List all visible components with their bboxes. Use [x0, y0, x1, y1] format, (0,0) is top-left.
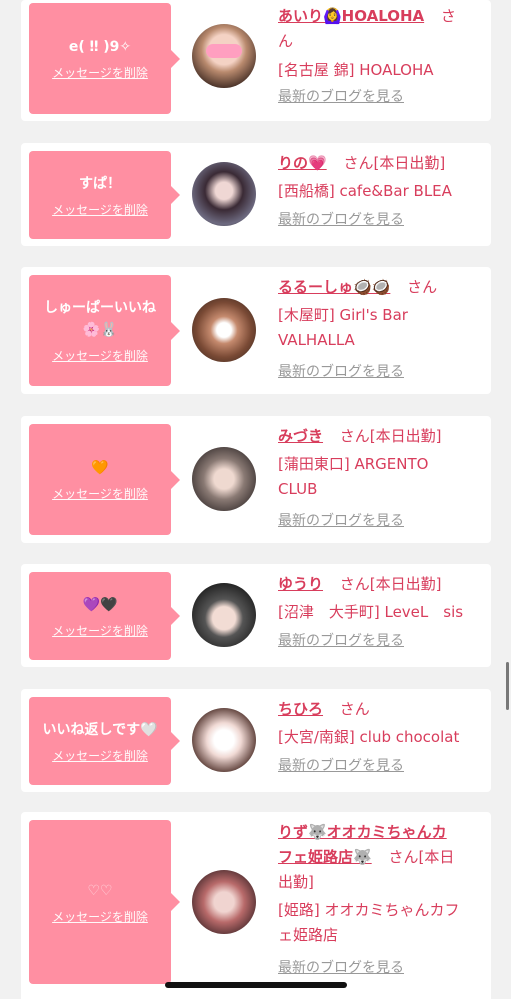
face-blur-icon	[206, 44, 242, 58]
user-info: るるーしゅ🥥🥥 さん [木屋町] Girl's Bar VALHALLA 最新の…	[278, 275, 483, 382]
user-info: ゆうり さん[本日出勤] [沼津 大手町] LeveL sis 最新のブログを見…	[278, 572, 483, 651]
user-info: ちひろ さん [大宮/南銀] club chocolat 最新のブログを見る	[278, 697, 483, 776]
shop-name: [沼津 大手町] LeveL sis	[278, 603, 464, 621]
avatar[interactable]	[192, 870, 256, 934]
message-card: いいね返しです🤍 メッセージを削除 ちひろ さん [大宮/南銀] club ch…	[21, 689, 491, 792]
shop-name: ェ姫路店	[278, 926, 339, 944]
message-card: 🧡 メッセージを削除 みづき さん[本日出勤] [蒲田東口] ARGENTO C…	[21, 416, 491, 543]
message-bubble: すぱ！ メッセージを削除	[29, 151, 180, 239]
user-name-link[interactable]: あいり🙆‍♀️HOALOHA	[278, 7, 424, 25]
avatar[interactable]	[192, 298, 256, 362]
shop-name: [大宮/南銀] club chocolat	[278, 728, 460, 746]
honorific: さ	[440, 7, 456, 25]
today-status: 出勤]	[278, 873, 314, 891]
honorific: さん[本日出勤]	[343, 154, 446, 172]
shop-line: ん	[278, 32, 294, 50]
shop-name: [西船橋] cafe&Bar BLEA	[278, 182, 452, 200]
message-bubble: 🧡 メッセージを削除	[29, 424, 180, 535]
avatar[interactable]	[192, 447, 256, 511]
message-text: しゅーぱーいいね	[44, 300, 156, 316]
user-name-link[interactable]: ゆうり	[278, 575, 323, 593]
user-name-link[interactable]: りの💗	[278, 154, 327, 172]
shop-name: VALHALLA	[278, 331, 355, 349]
blog-link[interactable]: 最新のブログを見る	[278, 631, 483, 651]
shop-name: [名古屋 錦] HOALOHA	[278, 61, 434, 79]
user-info: みづき さん[本日出勤] [蒲田東口] ARGENTO CLUB 最新のブログを…	[278, 424, 483, 531]
blog-link[interactable]: 最新のブログを見る	[278, 756, 483, 776]
message-text: いいね返しです🤍	[42, 721, 158, 738]
scrollbar[interactable]	[506, 662, 509, 710]
message-text: すぱ！	[79, 175, 121, 192]
message-bubble: e( ‼ )9✧ メッセージを削除	[29, 3, 180, 114]
blog-link[interactable]: 最新のブログを見る	[278, 362, 483, 382]
message-text: 💜🖤	[82, 596, 118, 613]
delete-message-link[interactable]: メッセージを削除	[52, 622, 148, 639]
message-bubble: 💜🖤 メッセージを削除	[29, 572, 180, 660]
home-indicator[interactable]	[165, 982, 347, 988]
delete-message-link[interactable]: メッセージを削除	[52, 64, 148, 81]
message-card: e( ‼ )9✧ メッセージを削除 あいり🙆‍♀️HOALOHA さ ん [名古…	[21, 0, 491, 121]
shop-name: CLUB	[278, 480, 318, 498]
user-info: りず🐺オオカミちゃんカ フェ姫路店🐺 さん[本日 出勤] [姫路] オオカミちゃ…	[278, 820, 483, 978]
message-bubble: いいね返しです🤍 メッセージを削除	[29, 697, 180, 785]
message-text: e( ‼ )9✧	[68, 39, 132, 55]
user-name-link[interactable]: るるーしゅ🥥🥥	[278, 278, 390, 296]
delete-message-link[interactable]: メッセージを削除	[52, 485, 148, 502]
avatar[interactable]	[192, 583, 256, 647]
user-name-link-line2[interactable]: フェ姫路店🐺	[278, 848, 372, 866]
message-card: 💜🖤 メッセージを削除 ゆうり さん[本日出勤] [沼津 大手町] LeveL …	[21, 564, 491, 667]
delete-message-link[interactable]: メッセージを削除	[52, 347, 148, 364]
avatar[interactable]	[192, 708, 256, 772]
user-name-link[interactable]: ちひろ	[278, 700, 323, 718]
avatar[interactable]	[192, 162, 256, 226]
blog-link[interactable]: 最新のブログを見る	[278, 87, 483, 107]
honorific: さん[本日出勤]	[339, 575, 442, 593]
user-name-link[interactable]: みづき	[278, 427, 323, 445]
user-info: りの💗 さん[本日出勤] [西船橋] cafe&Bar BLEA 最新のブログを…	[278, 151, 483, 230]
honorific: さん	[339, 700, 370, 718]
shop-line: [木屋町] Girl's Bar	[278, 306, 408, 324]
message-text: 🧡	[91, 460, 109, 476]
blog-link[interactable]: 最新のブログを見る	[278, 511, 483, 531]
message-card: すぱ！ メッセージを削除 りの💗 さん[本日出勤] [西船橋] cafe&Bar…	[21, 143, 491, 246]
message-card: しゅーぱーいいね 🌸🐰 メッセージを削除 るるーしゅ🥥🥥 さん [木屋町] Gi…	[21, 267, 491, 394]
delete-message-link[interactable]: メッセージを削除	[52, 201, 148, 218]
message-text: ♡♡	[87, 882, 113, 899]
honorific: さん[本日出勤]	[339, 427, 442, 445]
message-card: ♡♡ メッセージを削除 りず🐺オオカミちゃんカ フェ姫路店🐺 さん[本日 出勤]…	[21, 812, 491, 999]
honorific: さん	[407, 278, 438, 296]
avatar[interactable]	[192, 24, 256, 88]
message-bubble: ♡♡ メッセージを削除	[29, 820, 180, 984]
shop-line: [姫路] オオカミちゃんカフ	[278, 901, 460, 919]
honorific: さん[本日	[388, 848, 455, 866]
message-bubble: しゅーぱーいいね 🌸🐰 メッセージを削除	[29, 275, 180, 386]
blog-link[interactable]: 最新のブログを見る	[278, 210, 483, 230]
user-name-link[interactable]: りず🐺オオカミちゃんカ	[278, 823, 447, 841]
shop-line: [蒲田東口] ARGENTO	[278, 455, 429, 473]
delete-message-link[interactable]: メッセージを削除	[52, 908, 148, 925]
message-text-line2: 🌸🐰	[82, 322, 118, 338]
user-info: あいり🙆‍♀️HOALOHA さ ん [名古屋 錦] HOALOHA 最新のブロ…	[278, 4, 483, 107]
blog-link[interactable]: 最新のブログを見る	[278, 958, 483, 978]
delete-message-link[interactable]: メッセージを削除	[52, 747, 148, 764]
